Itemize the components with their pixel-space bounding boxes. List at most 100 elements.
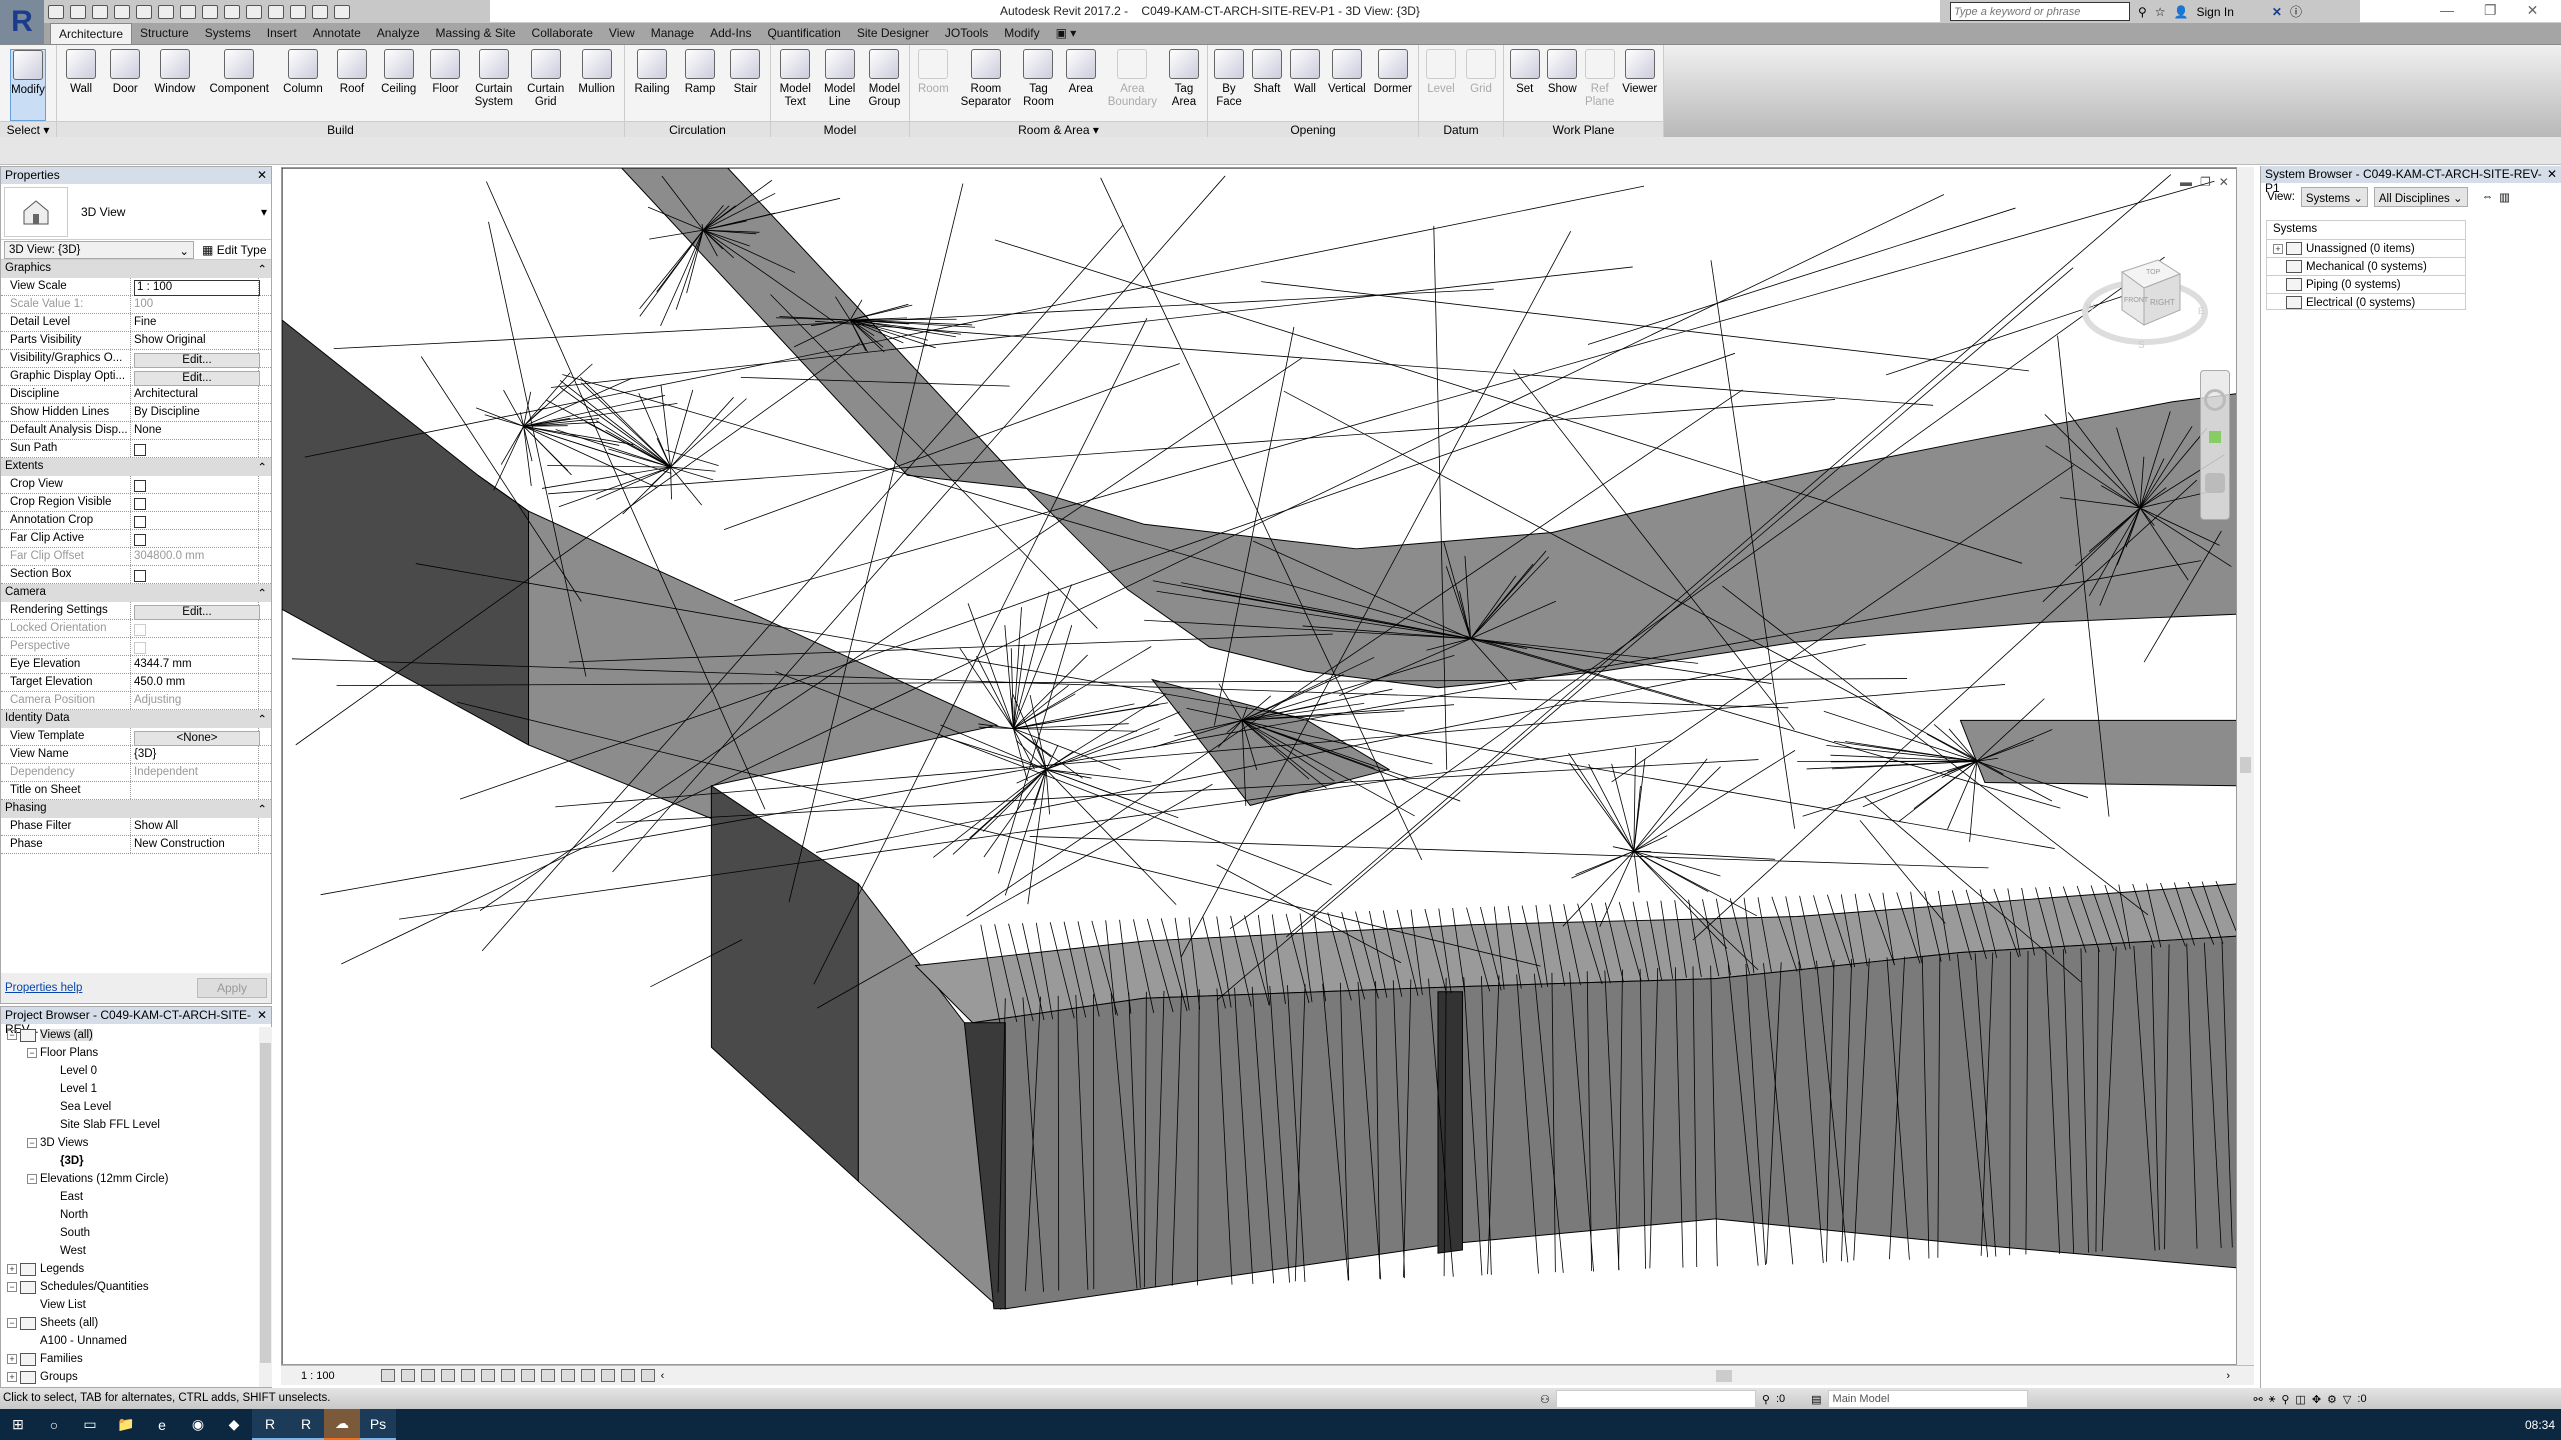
tree-item[interactable]: + Legends: [1, 1260, 271, 1278]
property-value[interactable]: [131, 440, 259, 457]
system-item[interactable]: Electrical (0 systems): [2267, 293, 2465, 311]
apply-button[interactable]: Apply: [197, 978, 267, 998]
model-text-button[interactable]: Model Text: [780, 49, 811, 121]
roof-button[interactable]: Roof: [336, 49, 367, 121]
tree-item[interactable]: Site Slab FFL Level: [1, 1116, 271, 1134]
sync-icon[interactable]: [92, 4, 108, 19]
search-input[interactable]: [1950, 2, 2130, 21]
tree-item[interactable]: West: [1, 1242, 271, 1260]
view-scale[interactable]: 1 : 100: [301, 1370, 335, 1382]
task-view-icon[interactable]: ▭: [72, 1409, 108, 1440]
scrollbar-thumb[interactable]: [260, 1043, 271, 1363]
close-icon[interactable]: ✕: [257, 1008, 267, 1023]
collapse-icon[interactable]: ⌃: [257, 712, 267, 726]
exchange-icon[interactable]: ✕: [2272, 5, 2282, 19]
property-value[interactable]: [131, 512, 259, 529]
detail-level-icon[interactable]: [380, 1369, 395, 1382]
property-checkbox[interactable]: [134, 444, 146, 456]
property-value[interactable]: [131, 476, 259, 493]
property-value[interactable]: <None>: [131, 728, 260, 746]
tab-analyze[interactable]: Analyze: [369, 23, 428, 44]
model-line-button[interactable]: Model Line: [824, 49, 855, 121]
property-input[interactable]: 1 : 100: [134, 280, 260, 296]
by-face-button[interactable]: By Face: [1213, 49, 1244, 121]
door-button[interactable]: Door: [110, 49, 141, 121]
close-view-button[interactable]: ✕: [2219, 175, 2229, 189]
revit-icon[interactable]: R: [288, 1409, 324, 1440]
property-button[interactable]: Edit...: [134, 605, 260, 620]
tab-structure[interactable]: Structure: [132, 23, 197, 44]
analytical-model-icon[interactable]: [600, 1369, 615, 1382]
open-icon[interactable]: [48, 4, 64, 19]
property-button[interactable]: <None>: [134, 731, 260, 746]
star-icon[interactable]: ☆: [2155, 5, 2166, 19]
restore-view-button[interactable]: ❐: [2200, 175, 2211, 189]
property-value[interactable]: [131, 566, 259, 583]
property-value[interactable]: [131, 782, 259, 799]
worksharing-icon[interactable]: [580, 1369, 595, 1382]
curtain-grid-button[interactable]: Curtain Grid: [527, 49, 564, 121]
expand-toggle-icon[interactable]: +: [2273, 243, 2283, 254]
property-checkbox[interactable]: [134, 498, 146, 510]
property-checkbox[interactable]: [134, 480, 146, 492]
property-checkbox[interactable]: [134, 534, 146, 546]
tab-jotools[interactable]: JOTools: [937, 23, 996, 44]
sun-path-icon[interactable]: [420, 1369, 435, 1382]
minimize-view-button[interactable]: ▬: [2180, 175, 2192, 189]
property-value[interactable]: 450.0 mm: [131, 674, 259, 691]
room-separator-button[interactable]: Room Separator: [961, 49, 1011, 121]
measure-icon[interactable]: [158, 4, 174, 19]
view-vertical-scrollbar[interactable]: [2237, 167, 2254, 1365]
application-menu-button[interactable]: R: [0, 0, 44, 44]
property-value[interactable]: Architectural: [131, 386, 259, 403]
viewcube-top[interactable]: TOP: [2146, 269, 2161, 276]
type-selector[interactable]: 3D View ▾: [1, 184, 271, 240]
property-value[interactable]: Show Original: [131, 332, 259, 349]
tab-panel-toggle[interactable]: ▣ ▾: [1048, 23, 1085, 44]
railing-button[interactable]: Railing: [635, 49, 670, 121]
select-by-face-icon[interactable]: ◫: [2295, 1393, 2305, 1406]
property-checkbox[interactable]: [134, 516, 146, 528]
tree-item[interactable]: Level 0: [1, 1062, 271, 1080]
tag-icon[interactable]: [202, 4, 218, 19]
app-icon[interactable]: ◆: [216, 1409, 252, 1440]
file-explorer-icon[interactable]: 📁: [108, 1409, 144, 1440]
tab-collaborate[interactable]: Collaborate: [524, 23, 601, 44]
show-crop-icon[interactable]: [500, 1369, 515, 1382]
cortana-icon[interactable]: ○: [36, 1409, 72, 1440]
close-button[interactable]: ✕: [2527, 2, 2539, 19]
modify-button[interactable]: Modify: [10, 49, 46, 121]
property-value[interactable]: New Construction: [131, 836, 259, 853]
vertical-button[interactable]: Vertical: [1328, 49, 1366, 121]
scroll-right-icon[interactable]: ›: [2226, 1370, 2230, 1382]
expand-toggle-icon[interactable]: −: [7, 1030, 17, 1040]
property-button[interactable]: Edit...: [134, 371, 260, 386]
scroll-left-icon[interactable]: ‹: [661, 1370, 665, 1382]
steering-wheel-icon[interactable]: [2204, 389, 2226, 411]
expand-toggle-icon[interactable]: −: [7, 1318, 17, 1328]
expand-toggle-icon[interactable]: −: [27, 1138, 37, 1148]
property-value[interactable]: Edit...: [131, 602, 260, 620]
tab-quantification[interactable]: Quantification: [759, 23, 848, 44]
rendering-icon[interactable]: [460, 1369, 475, 1382]
tree-item[interactable]: − Sheets (all): [1, 1314, 271, 1332]
constraints-icon[interactable]: [640, 1369, 655, 1382]
section-extents[interactable]: Extents ⌃: [1, 458, 271, 476]
tab-add-ins[interactable]: Add-Ins: [702, 23, 759, 44]
filter-icon[interactable]: ▽: [2343, 1393, 2351, 1406]
text-icon[interactable]: [224, 4, 240, 19]
edit-type-button[interactable]: ▦ Edit Type: [202, 243, 267, 257]
wall-button[interactable]: Wall: [1289, 49, 1320, 121]
compass-south[interactable]: S: [2138, 340, 2145, 351]
surface-gray-right[interactable]: [1959, 719, 2237, 787]
crop-view-icon[interactable]: [480, 1369, 495, 1382]
property-value[interactable]: [131, 530, 259, 547]
lock-view-icon[interactable]: [520, 1369, 535, 1382]
section-phasing[interactable]: Phasing ⌃: [1, 800, 271, 818]
area-button[interactable]: Area: [1065, 49, 1096, 121]
redo-icon[interactable]: [136, 4, 152, 19]
property-value[interactable]: Fine: [131, 314, 259, 331]
tab-annotate[interactable]: Annotate: [305, 23, 369, 44]
toposurface-model[interactable]: [282, 168, 2237, 1365]
photoshop-icon[interactable]: Ps: [360, 1409, 396, 1440]
